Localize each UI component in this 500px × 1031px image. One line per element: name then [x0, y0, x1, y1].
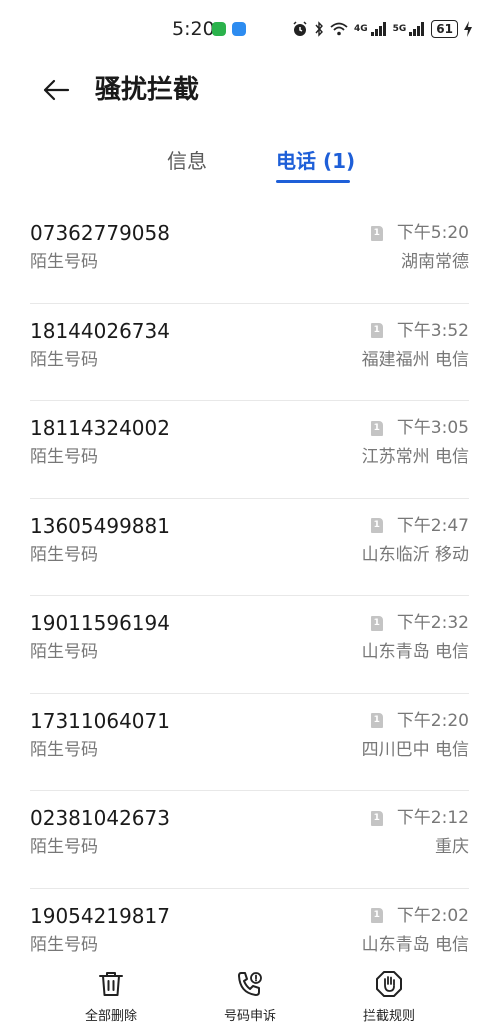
call-number: 18144026734 — [30, 318, 170, 343]
block-rules-label: 拦截规则 — [362, 1009, 415, 1024]
call-list-item[interactable]: 17311064071 陌生号码 1 下午2:20 四川巴中 电信 — [30, 694, 469, 791]
sim-card-icon: 1 — [370, 518, 383, 533]
alarm-icon — [293, 21, 307, 36]
call-time-group: 1 下午3:05 — [370, 416, 469, 440]
hand-stop-icon — [374, 969, 404, 999]
number-appeal-button[interactable]: 号码申诉 — [195, 969, 305, 1024]
call-location: 山东青岛 电信 — [361, 642, 469, 662]
call-time-group: 1 下午2:20 — [370, 709, 469, 733]
delete-all-label: 全部删除 — [84, 1009, 137, 1024]
sim-card-icon: 1 — [370, 225, 383, 241]
call-number: 02381042673 — [30, 806, 170, 830]
call-number: 19011596194 — [30, 611, 170, 635]
sim-card-icon: 1 — [370, 615, 383, 631]
call-label: 陌生号码 — [30, 739, 98, 760]
block-rules-button[interactable]: 拦截规则 — [334, 969, 444, 1024]
call-time: 下午2:32 — [396, 613, 469, 633]
sim-card-icon: 1 — [370, 908, 383, 923]
wifi-icon — [330, 22, 348, 36]
tab-messages[interactable]: 信息 — [167, 146, 207, 176]
call-time-group: 1 下午3:52 — [370, 319, 469, 343]
tab-active-indicator — [276, 180, 350, 183]
sim-card-icon: 1 — [370, 810, 383, 826]
number-appeal-label: 号码申诉 — [223, 1009, 276, 1024]
call-list: 07362779058 陌生号码 1 下午5:20 湖南常德 1814402673… — [30, 206, 469, 986]
sim-card-icon: 1 — [370, 713, 383, 728]
call-list-item[interactable]: 18114324002 陌生号码 1 下午3:05 江苏常州 电信 — [30, 401, 469, 499]
call-label: 陌生号码 — [30, 447, 98, 467]
delete-all-button[interactable]: 全部删除 — [56, 969, 166, 1024]
call-location: 福建福州 电信 — [361, 349, 469, 370]
call-location: 湖南常德 — [401, 252, 469, 272]
sim-card-icon: 1 — [370, 323, 383, 338]
arrow-left-icon — [43, 79, 70, 101]
call-list-item[interactable]: 19011596194 陌生号码 1 下午2:32 山东青岛 电信 — [30, 596, 469, 694]
call-label: 陌生号码 — [30, 349, 98, 370]
call-list-item[interactable]: 18144026734 陌生号码 1 下午3:52 福建福州 电信 — [30, 304, 469, 401]
status-bar: 5:20 4G 5G 61 — [0, 0, 500, 58]
page-title: 骚扰拦截 — [95, 75, 200, 105]
call-location: 山东青岛 电信 — [361, 934, 469, 955]
back-button[interactable] — [36, 72, 76, 108]
call-time: 下午5:20 — [396, 223, 469, 243]
call-location: 四川巴中 电信 — [361, 739, 469, 760]
call-label: 陌生号码 — [30, 544, 98, 565]
status-icons: 4G 5G 61 — [292, 18, 472, 40]
bottom-action-bar: 全部删除 号码申诉 拦截规则 — [0, 965, 500, 1031]
call-time-group: 1 下午2:32 — [370, 611, 469, 635]
call-label: 陌生号码 — [30, 642, 98, 662]
signal-icon-2 — [409, 22, 425, 36]
status-time: 5:20 — [172, 18, 215, 40]
network-type-2: 5G — [392, 23, 407, 34]
call-list-item[interactable]: 02381042673 陌生号码 1 下午2:12 重庆 — [30, 791, 469, 889]
call-location: 重庆 — [435, 837, 469, 857]
call-time: 下午3:05 — [396, 418, 469, 438]
tab-bar: 信息 电话 (1) — [0, 140, 500, 190]
call-time-group: 1 下午2:12 — [370, 806, 469, 830]
bluetooth-icon — [315, 21, 323, 37]
phone-appeal-icon — [235, 969, 265, 999]
tab-calls[interactable]: 电话 (1) — [276, 146, 355, 176]
battery-level: 61 — [431, 20, 458, 38]
call-time: 下午2:12 — [396, 808, 469, 828]
call-number: 17311064071 — [30, 708, 170, 733]
header: 骚扰拦截 — [0, 58, 500, 122]
call-label: 陌生号码 — [30, 934, 98, 955]
call-label: 陌生号码 — [30, 837, 98, 857]
call-time: 下午2:47 — [396, 515, 469, 536]
call-time: 下午3:52 — [396, 320, 469, 341]
message-notification-icon — [232, 22, 246, 36]
call-time-group: 1 下午2:02 — [370, 904, 469, 928]
call-location: 山东临沂 移动 — [361, 544, 469, 565]
call-location: 江苏常州 电信 — [361, 447, 469, 467]
charging-icon — [464, 21, 472, 37]
call-time-group: 1 下午2:47 — [370, 514, 469, 538]
network-type-1: 4G — [353, 23, 368, 34]
call-label: 陌生号码 — [30, 252, 98, 272]
trash-icon — [96, 969, 126, 999]
call-time-group: 1 下午5:20 — [370, 221, 469, 245]
call-time: 下午2:02 — [396, 905, 469, 926]
wechat-notification-icon — [212, 22, 226, 36]
call-number: 13605499881 — [30, 513, 170, 538]
signal-icon-1 — [370, 22, 386, 36]
call-number: 18114324002 — [30, 416, 170, 440]
call-number: 19054219817 — [30, 903, 170, 928]
call-number: 07362779058 — [30, 221, 170, 245]
call-list-item[interactable]: 07362779058 陌生号码 1 下午5:20 湖南常德 — [30, 206, 469, 304]
sim-card-icon: 1 — [370, 420, 383, 436]
call-time: 下午2:20 — [396, 710, 469, 731]
call-list-item[interactable]: 13605499881 陌生号码 1 下午2:47 山东临沂 移动 — [30, 499, 469, 596]
